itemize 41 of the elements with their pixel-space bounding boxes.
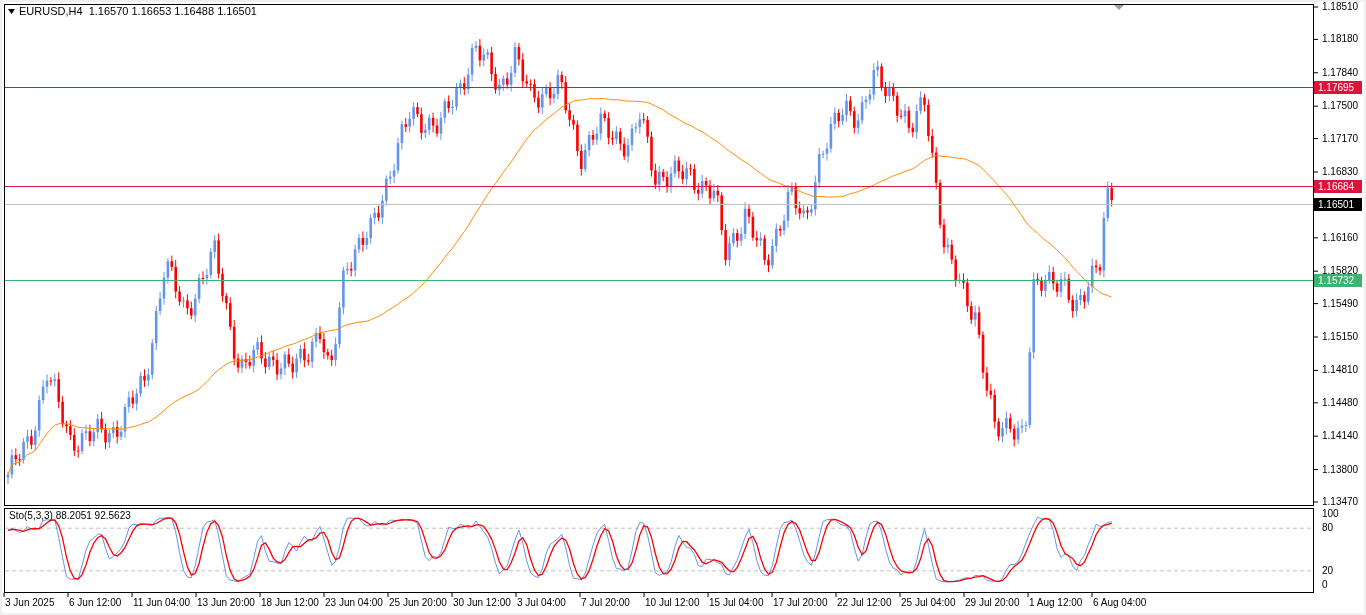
- price-tick-label: 1.14140: [1322, 431, 1359, 442]
- indicator-label: Sto(5,3,3) 88.2051 92.5623: [9, 511, 131, 521]
- time-label: 1 Aug 12:00: [1029, 598, 1083, 608]
- time-label: 30 Jun 12:00: [453, 598, 511, 608]
- time-label: 23 Jun 04:00: [325, 598, 383, 608]
- price-tick-label: 1.17170: [1322, 133, 1359, 144]
- time-label: 25 Jun 20:00: [389, 598, 447, 608]
- chart-shift-icon[interactable]: [1114, 5, 1124, 10]
- time-label: 7 Jul 20:00: [581, 598, 630, 608]
- time-label: 22 Jul 12:00: [837, 598, 892, 608]
- level-label: 0: [1322, 580, 1328, 590]
- dropdown-icon[interactable]: [8, 9, 15, 14]
- price-tick-label: 1.13470: [1322, 497, 1359, 507]
- time-label: 3 Jun 2025: [5, 598, 55, 608]
- price-tick-label: 1.15490: [1322, 298, 1359, 309]
- time-label: 29 Jul 20:00: [965, 598, 1020, 608]
- time-label: 15 Jul 04:00: [709, 598, 764, 608]
- price-tick-label: 1.14810: [1322, 365, 1359, 376]
- time-label: 17 Jul 20:00: [773, 598, 828, 608]
- level-label: 100: [1322, 509, 1339, 519]
- price-tick-label: 1.18180: [1322, 34, 1359, 45]
- time-label: 3 Jul 04:00: [517, 598, 566, 608]
- time-label: 25 Jul 04:00: [901, 598, 956, 608]
- price-tick-label: 1.16830: [1322, 167, 1359, 177]
- time-label: 10 Jul 12:00: [645, 598, 700, 608]
- time-label: 18 Jun 12:00: [261, 598, 319, 608]
- price-tick-label: 1.14480: [1322, 397, 1359, 408]
- time-label: 11 Jun 04:00: [133, 598, 191, 608]
- time-label: 13 Jun 20:00: [197, 598, 255, 608]
- price-label: 1.15732: [1314, 273, 1362, 287]
- time-label: 6 Aug 04:00: [1093, 598, 1147, 608]
- symbol-quote: EURUSD,H4 1.16570 1.16653 1.16488 1.16501: [19, 6, 257, 17]
- price-tick-label: 1.17840: [1322, 67, 1359, 78]
- price-tick-label: 1.18510: [1322, 2, 1359, 12]
- price-tick-label: 1.16160: [1322, 232, 1359, 243]
- level-label: 20: [1322, 565, 1334, 576]
- level-label: 80: [1322, 523, 1334, 534]
- price-tick-label: 1.13800: [1322, 464, 1359, 475]
- time-label: 6 Jun 12:00: [69, 598, 122, 608]
- price-tick-label: 1.17500: [1322, 101, 1359, 112]
- price-tick-label: 1.15150: [1322, 332, 1359, 342]
